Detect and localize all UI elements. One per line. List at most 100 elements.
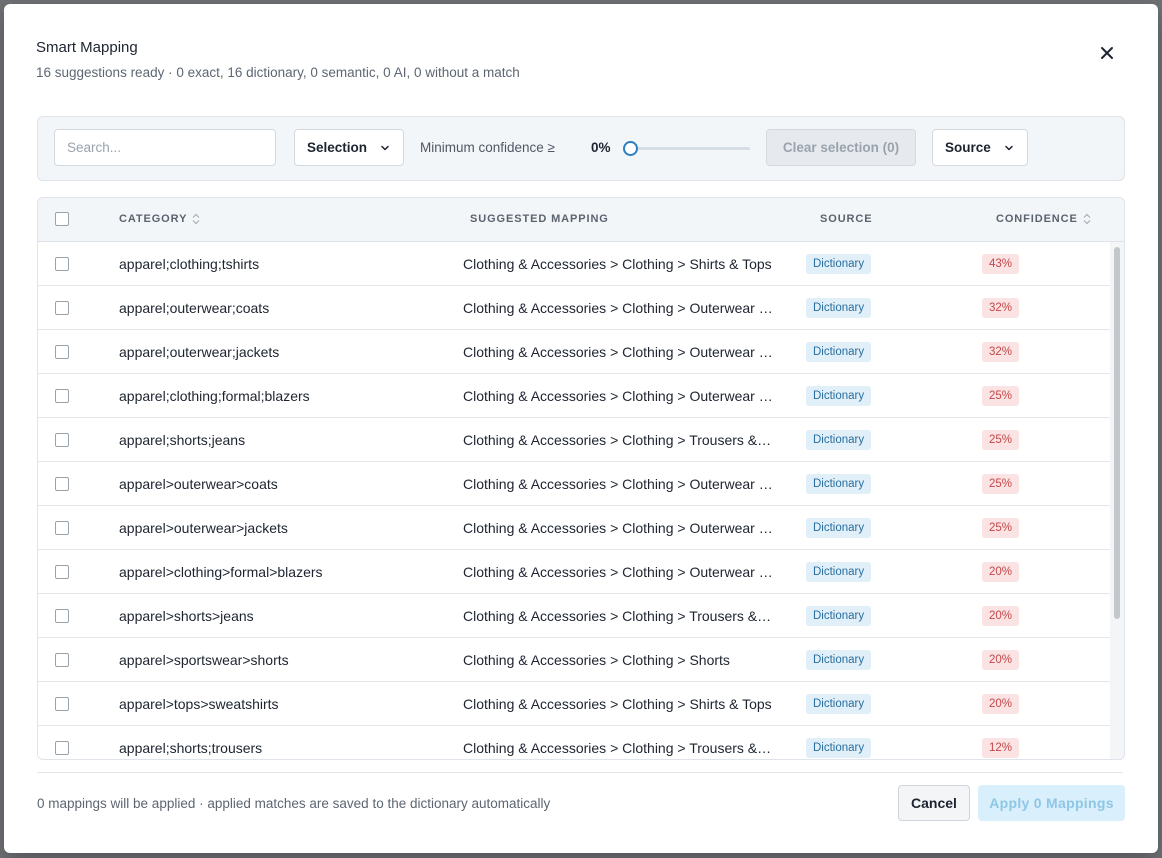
cell-category: apparel;clothing;formal;blazers	[119, 388, 310, 404]
select-all-checkbox[interactable]	[55, 212, 69, 226]
sort-icon	[1083, 213, 1091, 225]
close-button[interactable]	[1094, 40, 1120, 66]
cell-suggested-mapping: Clothing & Accessories > Clothing > Shir…	[463, 696, 772, 712]
confidence-badge: 20%	[982, 650, 1020, 670]
row-checkbox[interactable]	[55, 653, 69, 667]
cell-category: apparel;outerwear;coats	[119, 300, 270, 316]
table-row[interactable]: apparel;clothing;formal;blazers Clothing …	[38, 374, 1110, 418]
row-checkbox[interactable]	[55, 609, 69, 623]
table-row[interactable]: apparel;outerwear;jackets Clothing & Acce…	[38, 330, 1110, 374]
table-row[interactable]: apparel>outerwear>jackets Clothing & Acce…	[38, 506, 1110, 550]
confidence-badge: 25%	[982, 386, 1020, 406]
chevron-down-icon	[1005, 145, 1013, 150]
confidence-badge: 43%	[982, 254, 1020, 274]
cancel-button[interactable]: Cancel	[898, 785, 970, 821]
cell-category: apparel>outerwear>coats	[119, 476, 278, 492]
selection-dropdown-label: Selection	[307, 140, 368, 155]
cell-suggested-mapping: Clothing & Accessories > Clothing > Oute…	[463, 564, 775, 580]
row-checkbox[interactable]	[55, 741, 69, 755]
source-badge: Dictionary	[806, 386, 872, 406]
row-checkbox[interactable]	[55, 477, 69, 491]
table-row[interactable]: apparel;clothing;tshirts Clothing & Acces…	[38, 242, 1110, 286]
table-row[interactable]: apparel;shorts;jeans Clothing & Accessori…	[38, 418, 1110, 462]
table-row[interactable]: apparel>outerwear>coats Clothing & Access…	[38, 462, 1110, 506]
source-badge: Dictionary	[806, 650, 872, 670]
cell-category: apparel>tops>sweatshirts	[119, 696, 279, 712]
table-row[interactable]: apparel;shorts;trousers Clothing & Access…	[38, 726, 1110, 759]
cell-suggested-mapping: Clothing & Accessories > Clothing > Shor…	[463, 652, 730, 668]
smart-mapping-modal: Smart Mapping 16 suggestions ready · 0 e…	[4, 4, 1158, 853]
cell-category: apparel;clothing;tshirts	[119, 256, 260, 272]
table-row[interactable]: apparel>tops>sweatshirts Clothing & Acces…	[38, 682, 1110, 726]
cell-suggested-mapping: Clothing & Accessories > Clothing > Oute…	[463, 476, 775, 492]
min-confidence-value: 0%	[591, 140, 611, 155]
mapping-table: CATEGORY SUGGESTED MAPPING SOURCE CONFID…	[37, 197, 1125, 760]
row-checkbox[interactable]	[55, 433, 69, 447]
slider-thumb[interactable]	[623, 141, 638, 156]
source-badge: Dictionary	[806, 474, 872, 494]
column-header-category[interactable]: CATEGORY	[119, 213, 200, 225]
apply-mappings-button[interactable]: Apply 0 Mappings	[978, 785, 1125, 821]
cell-suggested-mapping: Clothing & Accessories > Clothing > Oute…	[463, 388, 775, 404]
sort-icon	[192, 213, 200, 225]
clear-selection-button[interactable]: Clear selection (0)	[766, 129, 916, 166]
cell-category: apparel>shorts>jeans	[119, 608, 254, 624]
row-checkbox[interactable]	[55, 521, 69, 535]
confidence-badge: 20%	[982, 694, 1020, 714]
row-checkbox[interactable]	[55, 565, 69, 579]
table-scrollbar[interactable]	[1110, 242, 1124, 759]
scrollbar-thumb[interactable]	[1114, 247, 1120, 619]
row-checkbox[interactable]	[55, 301, 69, 315]
footer-info: 0 mappings will be applied · applied mat…	[37, 796, 551, 811]
source-dropdown-label: Source	[945, 140, 991, 155]
filter-toolbar: Selection Minimum confidence ≥ 0% Clear …	[37, 116, 1125, 181]
search-input[interactable]	[54, 129, 276, 166]
table-row[interactable]: apparel>clothing>formal>blazers Clothing …	[38, 550, 1110, 594]
column-header-source: SOURCE	[820, 213, 873, 225]
cell-category: apparel>clothing>formal>blazers	[119, 564, 323, 580]
cell-suggested-mapping: Clothing & Accessories > Clothing > Oute…	[463, 344, 775, 360]
cell-category: apparel;shorts;jeans	[119, 432, 246, 448]
source-badge: Dictionary	[806, 430, 872, 450]
source-badge: Dictionary	[806, 254, 872, 274]
row-checkbox[interactable]	[55, 345, 69, 359]
confidence-badge: 12%	[982, 738, 1020, 758]
table-row[interactable]: apparel>sportswear>shorts Clothing & Acce…	[38, 638, 1110, 682]
cell-category: apparel;outerwear;jackets	[119, 344, 280, 360]
cell-suggested-mapping: Clothing & Accessories > Clothing > Oute…	[463, 300, 775, 316]
footer-divider	[37, 772, 1123, 773]
table-row[interactable]: apparel>shorts>jeans Clothing & Accessori…	[38, 594, 1110, 638]
modal-subtitle: 16 suggestions ready · 0 exact, 16 dicti…	[36, 65, 520, 80]
confidence-badge: 32%	[982, 342, 1020, 362]
column-header-confidence[interactable]: CONFIDENCE	[996, 213, 1091, 225]
chevron-down-icon	[381, 145, 389, 150]
cell-suggested-mapping: Clothing & Accessories > Clothing > Oute…	[463, 520, 775, 536]
close-icon	[1101, 47, 1113, 59]
source-badge: Dictionary	[806, 298, 872, 318]
cell-suggested-mapping: Clothing & Accessories > Clothing > Trou…	[463, 740, 775, 756]
confidence-badge: 20%	[982, 606, 1020, 626]
column-header-suggested-mapping: SUGGESTED MAPPING	[470, 213, 609, 225]
row-checkbox[interactable]	[55, 257, 69, 271]
table-row[interactable]: apparel;outerwear;coats Clothing & Access…	[38, 286, 1110, 330]
cell-suggested-mapping: Clothing & Accessories > Clothing > Trou…	[463, 432, 775, 448]
cell-category: apparel>outerwear>jackets	[119, 520, 288, 536]
source-badge: Dictionary	[806, 694, 872, 714]
table-header: CATEGORY SUGGESTED MAPPING SOURCE CONFID…	[38, 198, 1124, 242]
confidence-badge: 20%	[982, 562, 1020, 582]
cell-category: apparel>sportswear>shorts	[119, 652, 289, 668]
min-confidence-slider[interactable]	[623, 141, 750, 156]
source-badge: Dictionary	[806, 738, 872, 758]
cell-suggested-mapping: Clothing & Accessories > Clothing > Shir…	[463, 256, 772, 272]
source-badge: Dictionary	[806, 518, 872, 538]
cell-category: apparel;shorts;trousers	[119, 740, 263, 756]
selection-dropdown[interactable]: Selection	[294, 129, 404, 166]
row-checkbox[interactable]	[55, 389, 69, 403]
confidence-badge: 25%	[982, 518, 1020, 538]
modal-title: Smart Mapping	[36, 39, 138, 56]
source-badge: Dictionary	[806, 342, 872, 362]
source-badge: Dictionary	[806, 562, 872, 582]
source-dropdown[interactable]: Source	[932, 129, 1028, 166]
row-checkbox[interactable]	[55, 697, 69, 711]
confidence-badge: 32%	[982, 298, 1020, 318]
